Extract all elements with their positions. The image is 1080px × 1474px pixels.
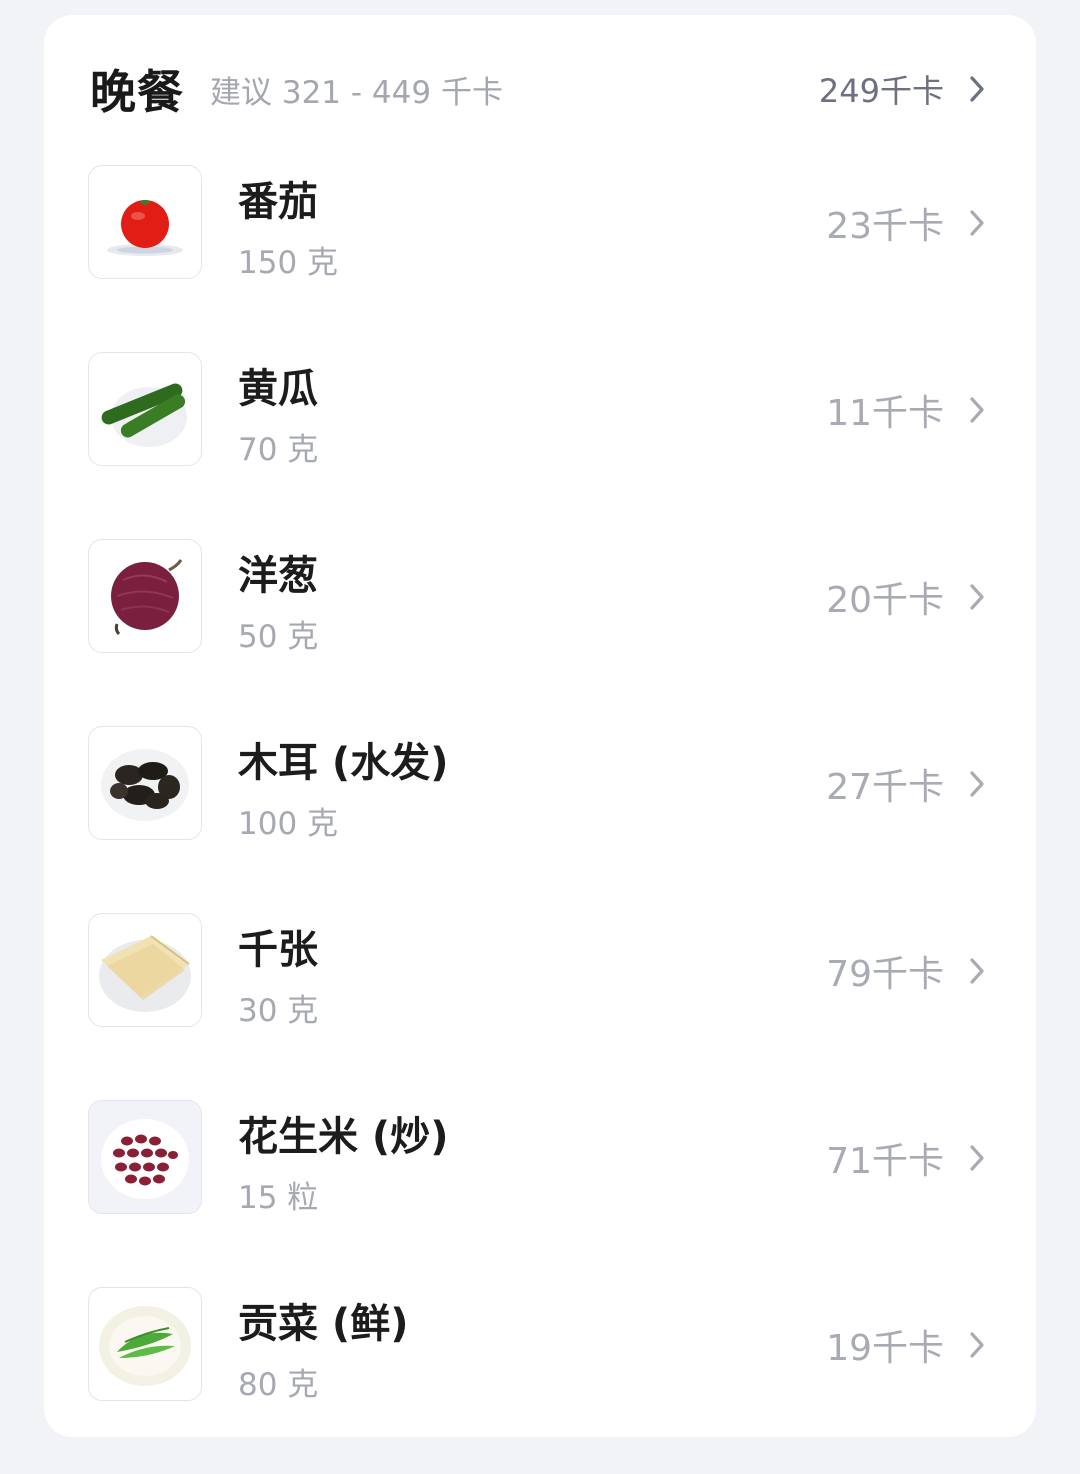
food-amount: 150 克: [238, 245, 339, 281]
peanut-icon: [88, 1100, 202, 1214]
food-name: 千张: [238, 927, 318, 973]
food-item[interactable]: 花生米 (炒) 15 粒 71千卡: [88, 1100, 996, 1287]
food-name: 洋葱: [238, 553, 318, 599]
food-kcal: 11千卡: [826, 393, 944, 434]
chevron-right-icon: [958, 390, 996, 430]
chevron-right-icon: [958, 577, 996, 617]
chevron-right-icon: [958, 1325, 996, 1365]
food-kcal: 27千卡: [826, 767, 944, 808]
food-amount: 15 粒: [238, 1180, 319, 1216]
food-name: 花生米 (炒): [238, 1114, 449, 1160]
food-name: 贡菜 (鲜): [238, 1301, 409, 1347]
celtuce-greens-icon: [88, 1287, 202, 1401]
food-name: 木耳 (水发): [238, 740, 449, 786]
food-kcal: 71千卡: [826, 1141, 944, 1182]
cucumber-icon: [88, 352, 202, 466]
food-amount: 70 克: [238, 432, 319, 468]
food-name: 黄瓜: [238, 366, 318, 412]
food-amount: 80 克: [238, 1367, 319, 1403]
chevron-right-icon: [958, 764, 996, 804]
chevron-right-icon: [958, 203, 996, 243]
food-item[interactable]: 黄瓜 70 克 11千卡: [88, 352, 996, 539]
food-amount: 30 克: [238, 993, 319, 1029]
food-item[interactable]: 千张 30 克 79千卡: [88, 913, 996, 1100]
chevron-right-icon[interactable]: [958, 69, 996, 109]
food-item[interactable]: 洋葱 50 克 20千卡: [88, 539, 996, 726]
onion-icon: [88, 539, 202, 653]
food-kcal: 19千卡: [826, 1328, 944, 1369]
food-kcal: 20千卡: [826, 580, 944, 621]
food-amount: 50 克: [238, 619, 319, 655]
tomato-icon: [88, 165, 202, 279]
food-amount: 100 克: [238, 806, 339, 842]
meal-card: 晚餐 建议 321 - 449 千卡 249千卡 番茄 150 克 23千卡 黄…: [44, 15, 1036, 1437]
meal-suggestion: 建议 321 - 449 千卡: [210, 74, 503, 111]
food-kcal: 79千卡: [826, 954, 944, 995]
food-item[interactable]: 木耳 (水发) 100 克 27千卡: [88, 726, 996, 913]
food-name: 番茄: [238, 179, 318, 225]
chevron-right-icon: [958, 951, 996, 991]
meal-header[interactable]: 晚餐 建议 321 - 449 千卡 249千卡: [90, 61, 996, 119]
food-item[interactable]: 贡菜 (鲜) 80 克 19千卡: [88, 1287, 996, 1474]
chevron-right-icon: [958, 1138, 996, 1178]
food-kcal: 23千卡: [826, 206, 944, 247]
wood-ear-icon: [88, 726, 202, 840]
food-item[interactable]: 番茄 150 克 23千卡: [88, 165, 996, 352]
meal-total-kcal: 249千卡: [818, 72, 944, 110]
meal-title: 晚餐: [90, 65, 184, 119]
food-list: 番茄 150 克 23千卡 黄瓜 70 克 11千卡 洋葱 50 克 20千卡 …: [88, 165, 996, 1474]
tofu-skin-icon: [88, 913, 202, 1027]
